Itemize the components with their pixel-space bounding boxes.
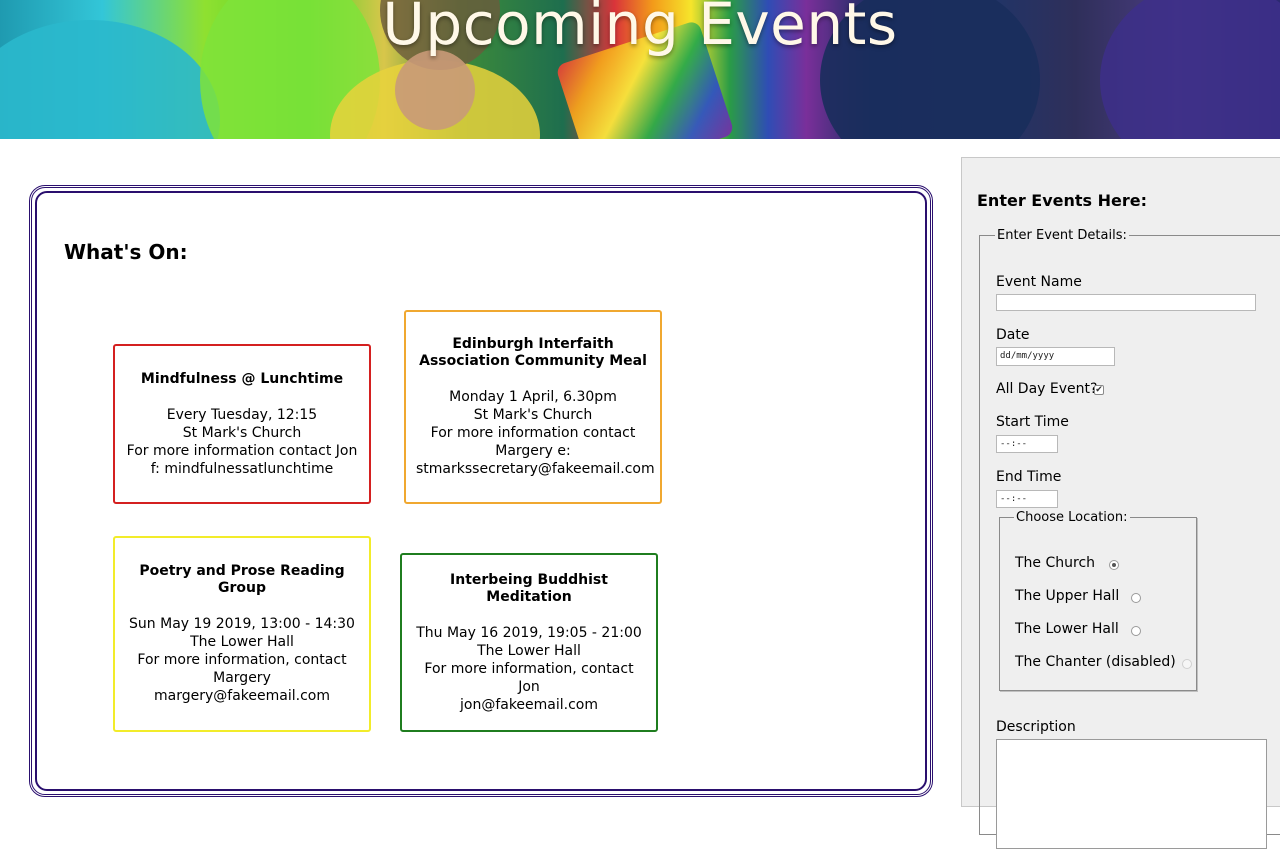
event-detail: margery@fakeemail.com bbox=[154, 688, 330, 704]
radio-lower-hall[interactable] bbox=[1131, 626, 1141, 636]
location-option-lower-hall[interactable]: The Lower Hall bbox=[1015, 621, 1190, 639]
event-detail: St Mark's Church bbox=[473, 407, 593, 423]
location-label: The Lower Hall bbox=[1015, 621, 1119, 637]
event-title: Poetry and Prose Reading Group bbox=[139, 563, 345, 596]
event-title: Interbeing Buddhist Meditation bbox=[450, 571, 608, 605]
all-day-checkbox[interactable]: ✔ bbox=[1094, 385, 1104, 395]
form-heading: Enter Events Here: bbox=[977, 191, 1148, 210]
start-time-input[interactable]: --:-- bbox=[996, 435, 1058, 453]
event-detail: For more information, contact Jon bbox=[424, 660, 634, 695]
event-details-fieldset: Enter Event Details: Event Name Date dd/… bbox=[979, 228, 1280, 849]
description-textarea[interactable] bbox=[996, 739, 1267, 849]
event-detail: Monday 1 April, 6.30pm bbox=[449, 389, 617, 405]
event-detail: For more information contact bbox=[430, 425, 636, 441]
page-title: Upcoming Events bbox=[382, 0, 898, 58]
start-time-label: Start Time bbox=[996, 414, 1069, 430]
event-card: Poetry and Prose Reading Group Sun May 1… bbox=[113, 536, 371, 732]
whats-on-heading: What's On: bbox=[64, 240, 188, 264]
event-detail: stmarkssecretary@fakeemail.com bbox=[416, 461, 655, 477]
description-label: Description bbox=[996, 719, 1076, 735]
all-day-label: All Day Event? bbox=[996, 381, 1098, 397]
event-entry-sidebar: Enter Events Here: Enter Event Details: … bbox=[961, 157, 1280, 849]
event-card: Edinburgh Interfaith Association Communi… bbox=[404, 310, 662, 504]
event-detail: For more information contact Jon bbox=[126, 442, 358, 459]
location-option-chanter: The Chanter (disabled) bbox=[1015, 654, 1192, 672]
date-input[interactable]: dd/mm/yyyy bbox=[996, 347, 1115, 366]
event-detail: Thu May 16 2019, 19:05 - 21:00 bbox=[416, 624, 642, 641]
location-option-upper-hall[interactable]: The Upper Hall bbox=[1015, 588, 1190, 606]
event-detail: Sun May 19 2019, 13:00 - 14:30 bbox=[129, 616, 355, 632]
event-detail: For more information, contact bbox=[137, 652, 347, 668]
radio-chanter bbox=[1182, 659, 1192, 669]
location-option-church[interactable]: The Church bbox=[1015, 555, 1190, 573]
location-label: The Upper Hall bbox=[1015, 588, 1120, 604]
event-name-input[interactable] bbox=[996, 294, 1256, 311]
whats-on-panel: What's On: Mindfulness @ Lunchtime Every… bbox=[29, 185, 933, 797]
location-fieldset: Choose Location: The Church The Upper Ha… bbox=[999, 510, 1197, 691]
end-time-label: End Time bbox=[996, 469, 1062, 485]
event-title: Edinburgh Interfaith Association Communi… bbox=[419, 336, 647, 369]
event-detail: St Mark's Church bbox=[182, 424, 302, 441]
radio-church[interactable] bbox=[1109, 560, 1119, 570]
event-detail: jon@fakeemail.com bbox=[459, 696, 599, 713]
location-legend: Choose Location: bbox=[1014, 510, 1130, 525]
location-label: The Church bbox=[1015, 555, 1096, 571]
event-detail: Margery e: bbox=[495, 443, 571, 459]
header-banner: Upcoming Events bbox=[0, 0, 1280, 139]
event-detail: f: mindfulnessatlunchtime bbox=[150, 460, 334, 477]
date-label: Date bbox=[996, 327, 1030, 343]
event-details-legend: Enter Event Details: bbox=[995, 228, 1129, 243]
event-detail: The Lower Hall bbox=[477, 642, 581, 659]
event-title: Mindfulness @ Lunchtime bbox=[140, 370, 344, 387]
event-detail: The Lower Hall bbox=[190, 634, 294, 650]
event-detail: Every Tuesday, 12:15 bbox=[166, 406, 318, 423]
event-detail: Margery bbox=[213, 670, 271, 686]
radio-upper-hall[interactable] bbox=[1131, 593, 1141, 603]
location-label: The Chanter (disabled) bbox=[1015, 654, 1176, 670]
event-name-label: Event Name bbox=[996, 274, 1082, 290]
end-time-input[interactable]: --:-- bbox=[996, 490, 1058, 508]
event-card: Mindfulness @ Lunchtime Every Tuesday, 1… bbox=[113, 344, 371, 504]
event-card: Interbeing Buddhist Meditation Thu May 1… bbox=[400, 553, 658, 732]
